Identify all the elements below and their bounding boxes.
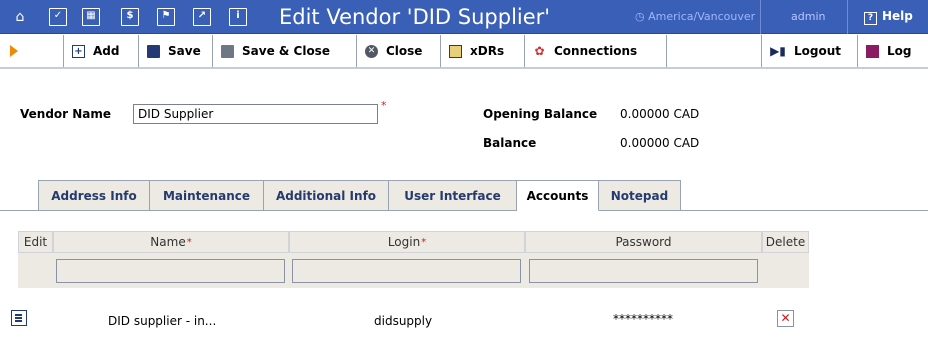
column-delete-label: Delete [765, 235, 806, 249]
row-login-cell: didsupply [374, 314, 433, 328]
timezone-label[interactable]: America/Vancouver [648, 10, 755, 23]
log-label: Log [887, 44, 912, 58]
home-icon[interactable]: ⌂ [11, 8, 29, 26]
column-header-name[interactable]: Name * [53, 231, 289, 253]
balance-label: Balance [483, 136, 537, 150]
close-icon: ✕ [365, 44, 378, 58]
tab-maintenance[interactable]: Maintenance [150, 180, 264, 211]
opening-balance-value: 0.00000 CAD [620, 107, 700, 121]
column-header-login[interactable]: Login * [289, 231, 525, 253]
save-label: Save [168, 44, 201, 58]
opening-balance-label: Opening Balance [483, 107, 598, 121]
checkbox-icon[interactable]: ✓ [49, 8, 67, 26]
close-label: Close [386, 44, 423, 58]
save-close-button[interactable]: Save & Close [213, 35, 357, 67]
tab-notepad[interactable]: Notepad [599, 180, 681, 211]
close-button[interactable]: ✕ Close [357, 35, 441, 67]
required-mark: * [381, 99, 387, 112]
save-icon [147, 44, 160, 58]
logout-label: Logout [794, 44, 842, 58]
save-close-icon [221, 44, 234, 58]
new-name-input[interactable] [56, 259, 285, 283]
required-mark: * [186, 236, 192, 248]
flag-icon[interactable]: ⚑ [157, 8, 175, 26]
column-password-label: Password [615, 235, 672, 249]
row-password-cell: ********** [613, 312, 673, 326]
add-icon: + [72, 44, 85, 58]
logout-button[interactable]: ▶▮ Logout [761, 35, 858, 67]
tab-address-info[interactable]: Address Info [38, 180, 150, 211]
connections-button[interactable]: ✿ Connections [525, 35, 667, 67]
row-name-cell: DID supplier - in... [108, 314, 217, 328]
chart-icon[interactable]: ↗ [193, 8, 211, 26]
connections-icon: ✿ [534, 43, 545, 58]
column-name-label: Name [150, 235, 186, 249]
new-password-input[interactable] [529, 259, 758, 283]
toolbar: + Add Save Save & Close ✕ Close xDRs ✿ Conn… [0, 35, 928, 69]
column-header-edit: Edit [18, 231, 53, 253]
logout-icon: ▶▮ [770, 43, 786, 58]
log-icon [866, 44, 879, 58]
required-mark: * [421, 236, 427, 248]
add-label: Add [93, 44, 120, 58]
column-header-password[interactable]: Password [525, 231, 762, 253]
play-arrow-icon[interactable] [10, 45, 18, 57]
column-header-delete: Delete [762, 231, 809, 253]
xdrs-icon [449, 44, 462, 58]
tab-user-interface[interactable]: User Interface [389, 180, 517, 211]
help-label: Help [882, 9, 913, 23]
page-title: Edit Vendor 'DID Supplier' [279, 5, 551, 29]
header-bar: ⌂ ✓ ▦ $ ⚑ ↗ i Edit Vendor 'DID Supplier'… [0, 0, 928, 34]
delete-row-icon[interactable]: ✕ [777, 310, 794, 327]
edit-row-icon[interactable] [11, 310, 27, 326]
tab-accounts[interactable]: Accounts [517, 180, 599, 211]
xdrs-label: xDRs [470, 44, 505, 58]
vendor-name-label: Vendor Name [20, 107, 112, 121]
new-login-input[interactable] [292, 259, 521, 283]
timezone-link[interactable]: ◷ America/Vancouver [635, 10, 755, 23]
help-link[interactable]: ? Help [864, 9, 913, 25]
help-icon: ? [864, 12, 877, 25]
save-button[interactable]: Save [139, 35, 213, 67]
user-name[interactable]: admin [791, 10, 825, 23]
info-icon[interactable]: i [229, 8, 247, 26]
log-button[interactable]: Log [858, 35, 928, 67]
dollar-icon[interactable]: $ [121, 8, 139, 26]
connections-label: Connections [554, 44, 638, 58]
tab-strip: Address Info Maintenance Additional Info… [38, 180, 681, 211]
xdrs-button[interactable]: xDRs [441, 35, 525, 67]
column-edit-label: Edit [23, 235, 48, 249]
header-divider [847, 0, 848, 34]
tab-additional-info[interactable]: Additional Info [264, 180, 389, 211]
vendor-name-input[interactable] [133, 104, 378, 124]
save-close-label: Save & Close [242, 44, 330, 58]
grid-icon[interactable]: ▦ [82, 8, 100, 26]
header-divider [760, 0, 761, 34]
add-button[interactable]: + Add [63, 35, 139, 67]
balance-value: 0.00000 CAD [620, 136, 700, 150]
column-login-label: Login [387, 235, 421, 249]
